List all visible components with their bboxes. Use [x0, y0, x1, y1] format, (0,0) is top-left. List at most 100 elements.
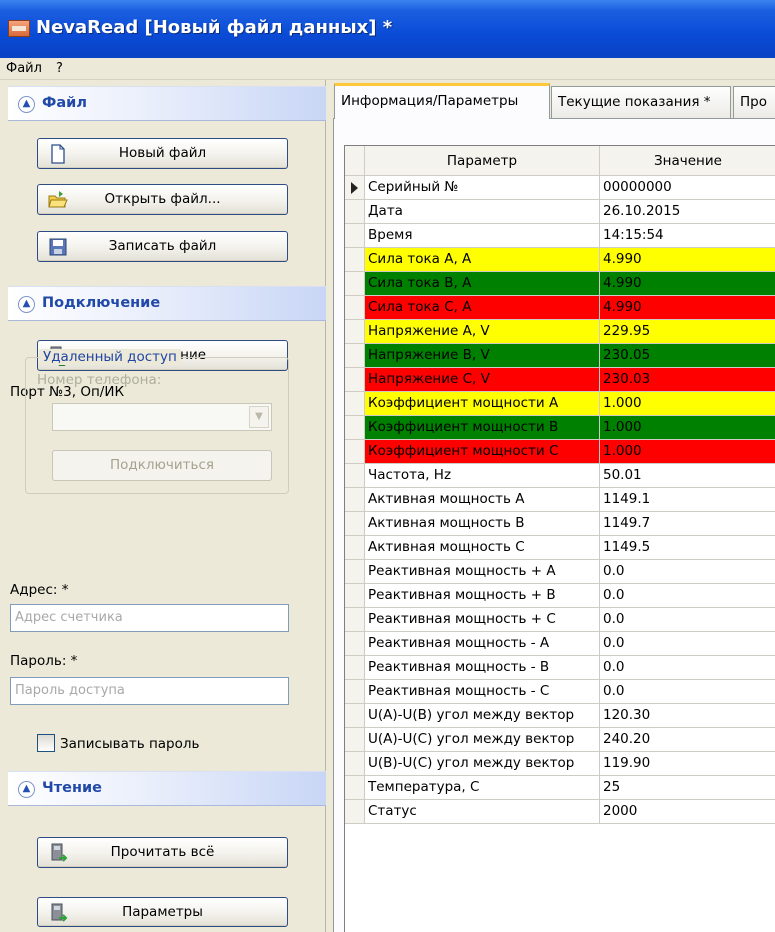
- table-row[interactable]: Дата 26.10.2015: [345, 200, 775, 224]
- row-selector[interactable]: [345, 392, 365, 416]
- row-selector[interactable]: [345, 320, 365, 344]
- cell-value[interactable]: 0.0: [600, 680, 775, 704]
- row-selector[interactable]: [345, 176, 365, 200]
- row-selector[interactable]: [345, 416, 365, 440]
- title-bar[interactable]: NevaRead [Новый файл данных] *: [0, 0, 775, 58]
- row-selector[interactable]: [345, 224, 365, 248]
- tab-info-params[interactable]: Информация/Параметры: [334, 83, 550, 119]
- cell-parameter[interactable]: Реактивная мощность + В: [365, 584, 600, 608]
- row-selector[interactable]: [345, 368, 365, 392]
- cell-value[interactable]: 00000000: [600, 176, 775, 200]
- table-row[interactable]: Реактивная мощность + В 0.0: [345, 584, 775, 608]
- row-selector[interactable]: [345, 752, 365, 776]
- cell-value[interactable]: 0.0: [600, 632, 775, 656]
- row-selector[interactable]: [345, 512, 365, 536]
- table-row[interactable]: Реактивная мощность - В 0.0: [345, 656, 775, 680]
- cell-parameter[interactable]: Коэффициент мощности С: [365, 440, 600, 464]
- cell-parameter[interactable]: Частота, Hz: [365, 464, 600, 488]
- address-input[interactable]: Адрес счетчика: [10, 604, 289, 632]
- section-connection-header[interactable]: ▲ Подключение: [8, 286, 326, 321]
- password-input[interactable]: Пароль доступа: [10, 677, 289, 705]
- cell-value[interactable]: 50.01: [600, 464, 775, 488]
- row-selector[interactable]: [345, 464, 365, 488]
- cell-value[interactable]: 2000: [600, 800, 775, 824]
- table-row[interactable]: Время 14:15:54: [345, 224, 775, 248]
- cell-parameter[interactable]: U(B)-U(C) угол между вектор: [365, 752, 600, 776]
- cell-value[interactable]: 119.90: [600, 752, 775, 776]
- cell-parameter[interactable]: Температура, С: [365, 776, 600, 800]
- cell-value[interactable]: 120.30: [600, 704, 775, 728]
- row-selector[interactable]: [345, 200, 365, 224]
- menu-file[interactable]: Файл: [6, 61, 42, 76]
- table-row[interactable]: Частота, Hz 50.01: [345, 464, 775, 488]
- cell-parameter[interactable]: Статус: [365, 800, 600, 824]
- table-row[interactable]: Коэффициент мощности В 1.000: [345, 416, 775, 440]
- table-row[interactable]: Напряжение А, V 229.95: [345, 320, 775, 344]
- cell-value[interactable]: 0.0: [600, 560, 775, 584]
- cell-parameter[interactable]: Дата: [365, 200, 600, 224]
- cell-parameter[interactable]: Сила тока В, А: [365, 272, 600, 296]
- cell-parameter[interactable]: Реактивная мощность - А: [365, 632, 600, 656]
- cell-parameter[interactable]: Активная мощность А: [365, 488, 600, 512]
- cell-value[interactable]: 1149.7: [600, 512, 775, 536]
- tab-current-readings[interactable]: Текущие показания *: [551, 86, 731, 118]
- parameters-button[interactable]: Параметры: [37, 897, 288, 927]
- chevron-down-icon[interactable]: ▼: [249, 406, 269, 428]
- table-row[interactable]: Коэффициент мощности С 1.000: [345, 440, 775, 464]
- table-row[interactable]: Коэффициент мощности А 1.000: [345, 392, 775, 416]
- remote-connect-button[interactable]: Подключиться: [52, 450, 272, 481]
- cell-parameter[interactable]: Реактивная мощность + С: [365, 608, 600, 632]
- cell-value[interactable]: 4.990: [600, 248, 775, 272]
- table-row[interactable]: Статус 2000: [345, 800, 775, 824]
- cell-parameter[interactable]: Напряжение С, V: [365, 368, 600, 392]
- cell-value[interactable]: 1.000: [600, 392, 775, 416]
- row-selector[interactable]: [345, 488, 365, 512]
- cell-value[interactable]: 4.990: [600, 296, 775, 320]
- cell-value[interactable]: 1149.1: [600, 488, 775, 512]
- new-file-button[interactable]: Новый файл: [37, 138, 288, 169]
- row-selector[interactable]: [345, 728, 365, 752]
- cell-parameter[interactable]: Сила тока А, А: [365, 248, 600, 272]
- section-file-header[interactable]: ▲ Файл: [8, 86, 326, 121]
- collapse-chevron-icon[interactable]: ▲: [18, 781, 35, 798]
- table-row[interactable]: Активная мощность С 1149.5: [345, 536, 775, 560]
- cell-parameter[interactable]: Коэффициент мощности В: [365, 416, 600, 440]
- table-row[interactable]: Серийный № 00000000: [345, 176, 775, 200]
- cell-parameter[interactable]: Активная мощность С: [365, 536, 600, 560]
- row-selector[interactable]: [345, 680, 365, 704]
- table-row[interactable]: Реактивная мощность + С 0.0: [345, 608, 775, 632]
- table-row[interactable]: Реактивная мощность + А 0.0: [345, 560, 775, 584]
- table-row[interactable]: Активная мощность А 1149.1: [345, 488, 775, 512]
- row-selector[interactable]: [345, 656, 365, 680]
- cell-parameter[interactable]: Напряжение В, V: [365, 344, 600, 368]
- cell-value[interactable]: 1.000: [600, 440, 775, 464]
- save-password-checkbox[interactable]: [37, 734, 55, 752]
- row-selector[interactable]: [345, 704, 365, 728]
- cell-parameter[interactable]: Реактивная мощность + А: [365, 560, 600, 584]
- section-reading-header[interactable]: ▲ Чтение: [8, 771, 326, 806]
- cell-value[interactable]: 14:15:54: [600, 224, 775, 248]
- table-row[interactable]: U(A)-U(B) угол между вектор 120.30: [345, 704, 775, 728]
- cell-parameter[interactable]: U(A)-U(C) угол между вектор: [365, 728, 600, 752]
- column-header-value[interactable]: Значение: [600, 146, 775, 176]
- row-selector[interactable]: [345, 560, 365, 584]
- table-row[interactable]: Сила тока С, А 4.990: [345, 296, 775, 320]
- parameters-grid[interactable]: Параметр Значение Серийный № 00000000 Дата…: [344, 145, 775, 932]
- table-row[interactable]: U(A)-U(C) угол между вектор 240.20: [345, 728, 775, 752]
- table-row[interactable]: Напряжение В, V 230.05: [345, 344, 775, 368]
- phone-number-combo[interactable]: ▼: [52, 403, 272, 431]
- cell-value[interactable]: 229.95: [600, 320, 775, 344]
- row-selector[interactable]: [345, 344, 365, 368]
- row-selector[interactable]: [345, 776, 365, 800]
- cell-value[interactable]: 1.000: [600, 416, 775, 440]
- row-selector[interactable]: [345, 248, 365, 272]
- cell-value[interactable]: 1149.5: [600, 536, 775, 560]
- row-selector[interactable]: [345, 632, 365, 656]
- cell-parameter[interactable]: Сила тока С, А: [365, 296, 600, 320]
- menu-help[interactable]: ?: [56, 61, 63, 76]
- row-selector[interactable]: [345, 536, 365, 560]
- table-row[interactable]: Активная мощность В 1149.7: [345, 512, 775, 536]
- cell-parameter[interactable]: Реактивная мощность - В: [365, 656, 600, 680]
- table-row[interactable]: Сила тока А, А 4.990: [345, 248, 775, 272]
- cell-parameter[interactable]: Коэффициент мощности А: [365, 392, 600, 416]
